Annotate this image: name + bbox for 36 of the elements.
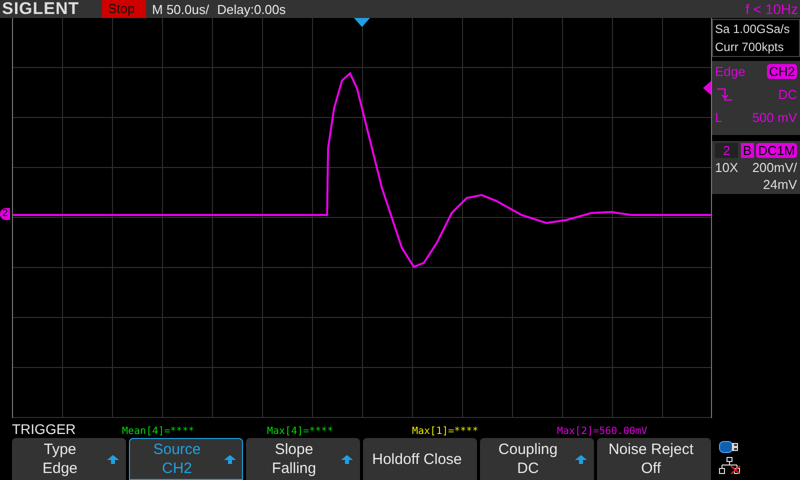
brand-logo: SIGLENT xyxy=(1,0,80,19)
channel-number: 2 xyxy=(715,143,738,158)
softkey-button[interactable]: Slope Falling xyxy=(246,438,360,480)
softkey-button[interactable]: Coupling DC xyxy=(480,438,594,480)
sample-rate-readout: Sa 1.00GSa/s xyxy=(715,22,791,36)
up-arrow-icon xyxy=(224,454,236,464)
trigger-level-label: L xyxy=(715,110,722,125)
probe-ratio-readout: 10X xyxy=(715,160,738,175)
softkey-button[interactable]: Holdoff Close xyxy=(363,438,477,480)
softkey-button[interactable]: Type Edge xyxy=(12,438,126,480)
memory-depth-readout: Curr 700kpts xyxy=(715,40,785,54)
delay-readout: Delay:0.00s xyxy=(217,2,286,16)
softkey-button[interactable]: Noise Reject Off xyxy=(597,438,711,480)
up-arrow-icon xyxy=(107,454,119,464)
up-arrow-icon xyxy=(341,454,353,464)
frequency-readout: f < 10Hz xyxy=(745,1,799,17)
menu-title: TRIGGER xyxy=(11,421,77,437)
trigger-coupling-label: DC xyxy=(778,87,797,102)
measurement-readout: Mean[4]=**** xyxy=(122,426,196,437)
vertical-scale-readout: 200mV/ xyxy=(752,160,797,175)
measurement-readout: Max[1]=**** xyxy=(412,426,480,437)
up-arrow-icon xyxy=(575,454,587,464)
bandwidth-limit-tag: B xyxy=(740,143,754,158)
channel-marker: 2 xyxy=(0,208,10,220)
timebase-readout: M 50.0us/ xyxy=(152,2,210,16)
measurement-readout: Max[2]=560.00mV xyxy=(557,426,648,437)
trigger-level-readout: 500 mV xyxy=(752,110,797,125)
offset-readout: 24mV xyxy=(763,177,797,192)
falling-edge-icon xyxy=(715,88,733,102)
network-disconnected-icon[interactable] xyxy=(719,457,741,474)
trigger-source-tag: CH2 xyxy=(766,64,797,79)
trigger-type-label: Edge xyxy=(715,64,746,79)
measurement-readout: Max[4]=**** xyxy=(267,426,334,437)
usb-drive-icon[interactable] xyxy=(719,441,739,453)
channel-coupling-tag: DC1M xyxy=(756,143,797,158)
softkey-button[interactable]: Source CH2 xyxy=(129,438,243,480)
